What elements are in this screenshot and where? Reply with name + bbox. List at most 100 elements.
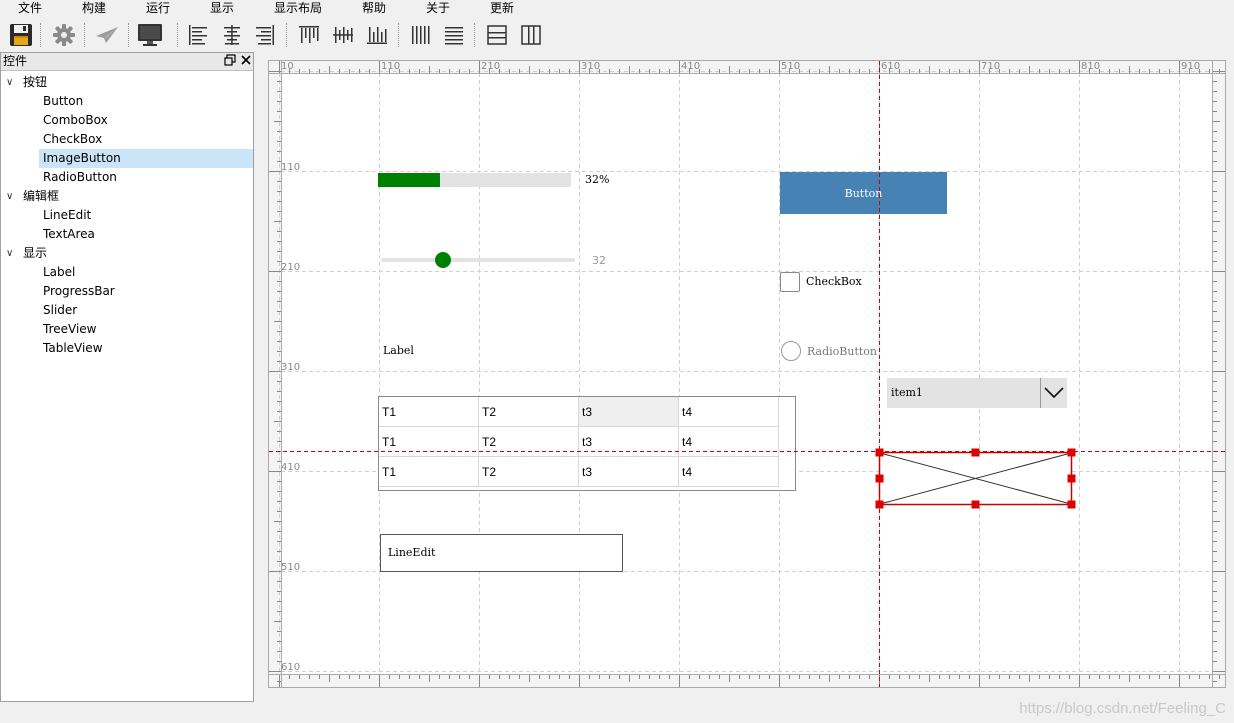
ruler-top-label: 910: [1181, 61, 1201, 72]
save-icon: [10, 24, 32, 46]
preview-button[interactable]: [134, 19, 166, 51]
tree-item-tableview[interactable]: TableView: [39, 339, 253, 358]
slider[interactable]: [381, 251, 575, 269]
ruler-top-label: 810: [1081, 61, 1101, 72]
tree-item-label[interactable]: Label: [39, 263, 253, 282]
table-widget[interactable]: T1 T2 t3 t4 T1 T2 t3 t4 T1 T2 t3 t4: [378, 396, 796, 491]
save-button[interactable]: [5, 19, 37, 51]
chevron-down-icon: [1044, 387, 1064, 399]
ruler-left-label: 110: [281, 162, 301, 173]
table-cell[interactable]: T1: [379, 457, 479, 487]
table-row: T1 T2 t3 t4: [379, 427, 779, 457]
table-cell[interactable]: T1: [379, 427, 479, 457]
table-row: T1 T2 t3 t4: [379, 397, 779, 427]
ruler-top-label: 510: [781, 61, 801, 72]
label-widget[interactable]: Label: [383, 344, 414, 357]
ruler-left-label: 610: [281, 662, 301, 673]
menu-bar: 文件 构建 运行 显示 显示布局 帮助 关于 更新: [0, 0, 534, 17]
align-middle-button[interactable]: [327, 19, 359, 51]
combobox-divider: [1040, 378, 1041, 408]
tree-item-button[interactable]: Button: [39, 92, 253, 111]
layout-columns-icon: [521, 25, 541, 45]
run-button[interactable]: [91, 19, 123, 51]
progress-label: 32%: [585, 173, 610, 186]
close-panel-button[interactable]: [239, 54, 253, 68]
tree-item-checkbox[interactable]: CheckBox: [39, 130, 253, 149]
menu-file[interactable]: 文件: [18, 0, 42, 17]
table-cell[interactable]: t4: [679, 457, 779, 487]
layout-horizontal-button[interactable]: [515, 19, 547, 51]
align-right-icon: [256, 25, 274, 45]
ruler-top-label: 610: [881, 61, 901, 72]
menu-about[interactable]: 关于: [426, 0, 450, 17]
tree-group-editors[interactable]: ∨ 编辑框: [1, 187, 253, 206]
lineedit-widget[interactable]: LineEdit: [380, 534, 623, 572]
build-settings-button[interactable]: [48, 19, 80, 51]
panel-header: 控件: [1, 53, 253, 71]
menu-run[interactable]: 运行: [146, 0, 170, 17]
ruler-top-label: 110: [381, 61, 401, 72]
checkbox-label: CheckBox: [806, 275, 862, 288]
table-cell[interactable]: t3: [579, 457, 679, 487]
align-left-button[interactable]: [182, 19, 214, 51]
layout-vertical-button[interactable]: [481, 19, 513, 51]
slider-value-label: 32: [592, 254, 606, 267]
ruler-left-label: 410: [281, 462, 301, 473]
align-right-button[interactable]: [249, 19, 281, 51]
table-cell[interactable]: t4: [679, 397, 779, 427]
slider-handle[interactable]: [435, 252, 452, 268]
tree-group-label: 编辑框: [23, 189, 60, 203]
button-widget-label: Button: [844, 186, 883, 200]
progress-bar[interactable]: [378, 173, 571, 187]
tree-item-radiobutton[interactable]: RadioButton: [39, 168, 253, 187]
table-cell[interactable]: T2: [479, 427, 579, 457]
ruler-top-label: 310: [581, 61, 601, 72]
table-cell[interactable]: T1: [379, 397, 479, 427]
progress-bar-fill: [378, 173, 440, 187]
tree-item-combobox[interactable]: ComboBox: [39, 111, 253, 130]
design-canvas[interactable]: 10 110 210 310 410 510 610 710 810 910 1…: [268, 60, 1226, 688]
menu-view[interactable]: 显示: [210, 0, 234, 17]
radio-circle: [781, 341, 801, 361]
align-bottom-button[interactable]: [361, 19, 393, 51]
checkbox-widget[interactable]: CheckBox: [780, 272, 870, 294]
float-panel-button[interactable]: [223, 54, 237, 68]
tree-group-buttons[interactable]: ∨ 按钮: [1, 73, 253, 92]
distribute-vertical-icon: [445, 27, 463, 45]
ruler-left-label: 210: [281, 262, 301, 273]
tree-item-slider[interactable]: Slider: [39, 301, 253, 320]
radio-widget[interactable]: RadioButton: [781, 341, 891, 363]
menu-help[interactable]: 帮助: [362, 0, 386, 17]
restore-icon: [224, 54, 236, 66]
ruler-top-label: 710: [981, 61, 1001, 72]
tree-item-imagebutton[interactable]: ImageButton: [39, 149, 253, 168]
chevron-down-icon: ∨: [6, 191, 14, 202]
menu-layout[interactable]: 显示布局: [274, 0, 322, 17]
tree-item-textarea[interactable]: TextArea: [39, 225, 253, 244]
distribute-horizontal-button[interactable]: [404, 19, 436, 51]
align-center-button[interactable]: [216, 19, 248, 51]
table-cell[interactable]: T2: [479, 457, 579, 487]
table-cell[interactable]: t4: [679, 427, 779, 457]
menu-build[interactable]: 构建: [82, 0, 106, 17]
paper-plane-icon: [96, 27, 118, 43]
toolbar: [0, 17, 1234, 52]
monitor-icon: [138, 24, 162, 46]
tree-group-display[interactable]: ∨ 显示: [1, 244, 253, 263]
table-cell[interactable]: T2: [479, 397, 579, 427]
combobox-widget[interactable]: item1: [887, 378, 1067, 408]
tree-group-label: 显示: [23, 246, 48, 260]
tree-item-treeview[interactable]: TreeView: [39, 320, 253, 339]
menu-update[interactable]: 更新: [490, 0, 514, 17]
controls-panel: 控件 ∨ 按钮 Button ComboBox CheckBox ImageBu…: [0, 52, 254, 702]
table-cell[interactable]: t3: [579, 397, 679, 427]
ruler-top-label: 10: [281, 61, 294, 72]
distribute-vertical-button[interactable]: [438, 19, 470, 51]
table-cell[interactable]: t3: [579, 427, 679, 457]
button-widget[interactable]: Button: [780, 172, 947, 214]
tree-item-progressbar[interactable]: ProgressBar: [39, 282, 253, 301]
tree-item-lineedit[interactable]: LineEdit: [39, 206, 253, 225]
close-icon: [241, 55, 251, 65]
align-top-button[interactable]: [293, 19, 325, 51]
combobox-value: item1: [891, 386, 923, 399]
